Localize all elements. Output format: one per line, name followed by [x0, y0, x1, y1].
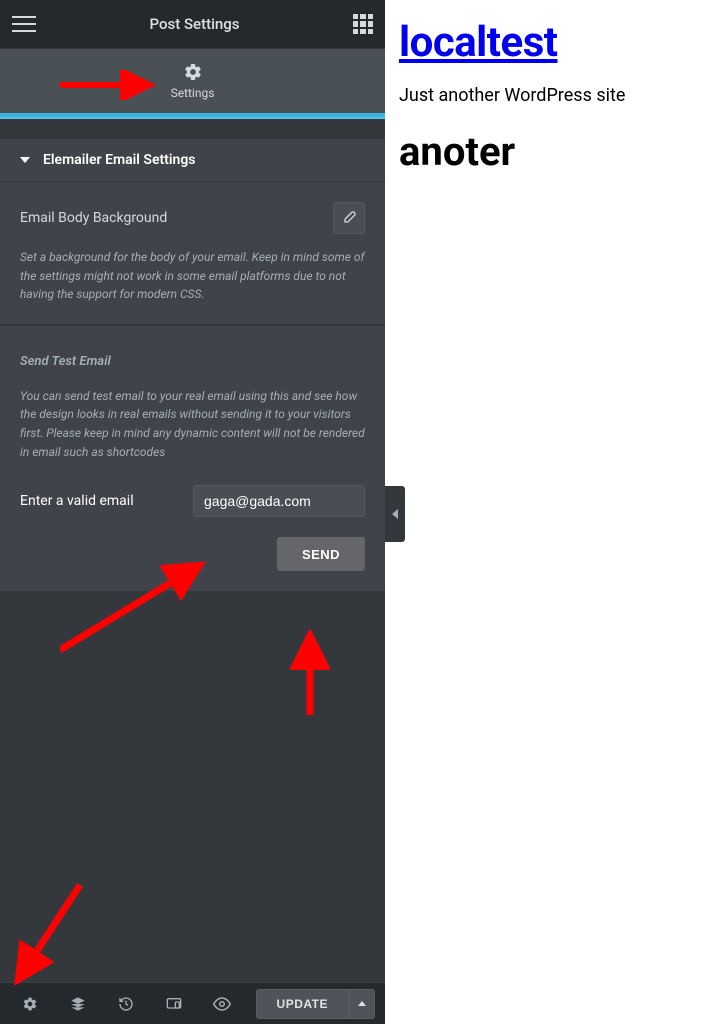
bottombar: UPDATE [0, 982, 385, 1024]
send-button[interactable]: SEND [277, 537, 365, 571]
body-bg-description: Set a background for the body of your em… [20, 248, 365, 304]
panel-body: Elemailer Email Settings Email Body Back… [0, 119, 385, 982]
accordion-title: Elemailer Email Settings [43, 152, 196, 168]
page-heading: anoter [399, 128, 702, 175]
navigator-icon[interactable] [54, 983, 102, 1025]
caret-up-icon [358, 1001, 366, 1006]
tab-settings[interactable]: Settings [0, 48, 385, 119]
tab-indicator [0, 113, 385, 117]
history-icon[interactable] [102, 983, 150, 1025]
panel-collapse-handle[interactable] [385, 486, 405, 542]
editor-panel: Post Settings Settings Elemailer Email S… [0, 0, 385, 1024]
widgets-icon[interactable] [353, 14, 373, 34]
caret-down-icon [20, 157, 30, 163]
topbar: Post Settings [0, 0, 385, 48]
test-email-header: Send Test Email [20, 354, 365, 369]
responsive-icon[interactable] [150, 983, 198, 1025]
preview-icon[interactable] [198, 983, 246, 1025]
preview-area: localtest Just another WordPress site an… [385, 0, 716, 1024]
brush-icon [341, 210, 357, 226]
update-button[interactable]: UPDATE [256, 989, 349, 1019]
background-picker-button[interactable] [333, 202, 365, 234]
email-input-label: Enter a valid email [20, 493, 183, 509]
site-title-link[interactable]: localtest [399, 18, 702, 67]
settings-icon[interactable] [6, 983, 54, 1025]
spacer [0, 119, 385, 139]
chevron-left-icon [392, 509, 398, 519]
gear-icon [183, 62, 203, 82]
site-tagline: Just another WordPress site [399, 85, 702, 106]
empty-area [0, 591, 385, 982]
email-input[interactable] [193, 485, 365, 517]
field-label-body-bg: Email Body Background [20, 210, 167, 226]
section-test-email: Send Test Email You can send test email … [0, 354, 385, 591]
accordion-elemailer[interactable]: Elemailer Email Settings [0, 139, 385, 182]
update-options-button[interactable] [349, 989, 375, 1019]
spacer [0, 326, 385, 354]
section-body-bg: Email Body Background Set a background f… [0, 182, 385, 324]
test-email-description: You can send test email to your real ema… [20, 387, 365, 461]
tab-label: Settings [171, 86, 215, 100]
menu-icon[interactable] [12, 12, 36, 36]
panel-title: Post Settings [150, 15, 240, 33]
